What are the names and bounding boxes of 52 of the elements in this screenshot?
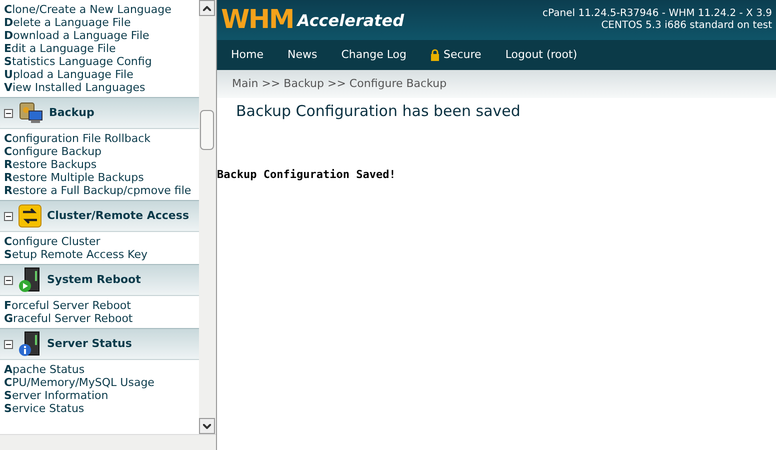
sidebar-link[interactable]: Delete a Language File [4,16,196,29]
sidebar-link[interactable]: Configure Cluster [4,235,196,248]
vertical-scrollbar[interactable] [199,0,216,434]
sidebar-link[interactable]: Restore Backups [4,158,196,171]
sidebar-link[interactable]: Setup Remote Access Key [4,248,196,261]
collapse-icon[interactable] [4,276,13,284]
sidebar-link[interactable]: Clone/Create a New Language [4,3,196,16]
version-text: cPanel 11.24.5-R37946 - WHM 11.24.2 - X 3.9 [542,8,772,20]
sidebar-link[interactable]: Restore a Full Backup/cpmove file [4,184,196,197]
logo-text: WHM [221,7,294,33]
nav-link[interactable]: Home [231,46,264,64]
section-header[interactable]: Server Status [0,328,200,360]
nav-link[interactable]: News [287,46,318,64]
section-title: System Reboot [47,272,141,288]
page-title: Backup Configuration has been saved [235,101,522,122]
breadcrumb: Main >> Backup >> Configure Backup [232,76,447,92]
sidebar-link[interactable]: Statistics Language Config [4,55,196,68]
collapse-icon[interactable] [4,340,13,348]
section-header[interactable]: Cluster/Remote Access [0,200,200,232]
sidebar-link[interactable]: Download a Language File [4,29,196,42]
collapse-icon[interactable] [4,108,13,118]
arrows-icon [18,204,42,228]
horizontal-scrollbar[interactable] [0,434,216,450]
computer-backup-icon [18,101,44,125]
collapse-icon[interactable] [4,212,13,220]
sidebar-link[interactable]: Edit a Language File [4,42,196,55]
nav-link[interactable]: Change Log [341,46,406,64]
lock-icon [430,49,440,61]
sidebar-link[interactable]: Configure Backup [4,145,196,158]
sidebar-link[interactable]: View Installed Languages [4,81,196,94]
section-header[interactable]: System Reboot [0,264,200,296]
sidebar-link[interactable]: Apache Status [4,363,196,376]
server-play-icon [18,267,42,293]
server-text: CENTOS 5.3 i686 standard on test [601,20,772,32]
sidebar-link[interactable]: CPU/Memory/MySQL Usage [4,376,196,389]
sidebar-link[interactable]: Server Information [4,389,196,402]
section-title: Cluster/Remote Access [47,208,189,224]
nav-link[interactable]: Secure [430,46,482,64]
sidebar-link[interactable]: Service Status [4,402,196,415]
sidebar-link[interactable]: Configuration File Rollback [4,132,196,145]
scrollbar-thumb[interactable] [200,110,214,150]
sidebar-link[interactable]: Forceful Server Reboot [4,299,196,312]
nav-link[interactable]: Logout (root) [505,46,578,64]
section-header[interactable]: Backup [0,97,200,129]
section-title: Backup [49,104,94,121]
sidebar-link[interactable]: Restore Multiple Backups [4,171,196,184]
sidebar-link[interactable]: Upload a Language File [4,68,196,81]
logo-subtitle: Accelerated [297,10,404,32]
server-info-icon [18,331,42,357]
saved-message: Backup Configuration Saved! [217,166,397,182]
section-title: Server Status [47,336,132,352]
sidebar-link[interactable]: Graceful Server Reboot [4,312,196,325]
